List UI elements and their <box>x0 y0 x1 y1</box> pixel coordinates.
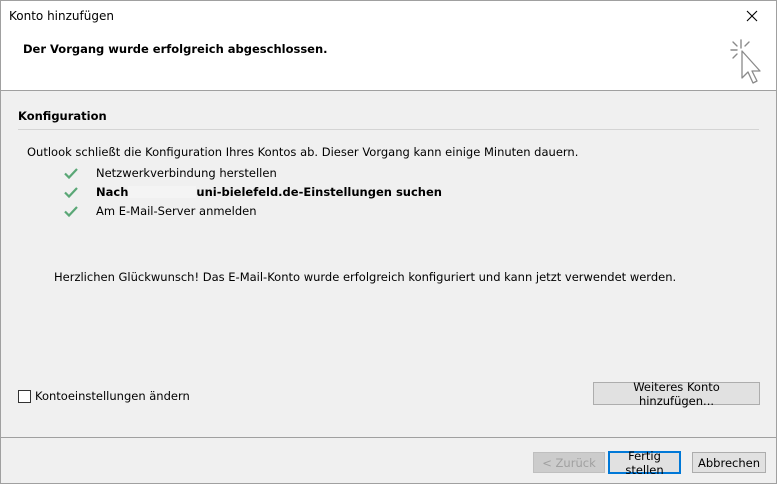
step-label: Am E-Mail-Server anmelden <box>96 204 257 218</box>
window-title: Konto hinzufügen <box>9 9 114 23</box>
checkbox-box[interactable] <box>18 389 31 403</box>
header-panel: Der Vorgang wurde erfolgreich abgeschlos… <box>1 31 776 91</box>
change-account-settings-checkbox[interactable]: Kontoeinstellungen ändern <box>18 389 190 403</box>
add-another-account-button[interactable]: Weiteres Konto hinzufügen... <box>593 380 760 408</box>
checkmark-icon <box>64 168 78 180</box>
step-network-connection: Netzwerkverbindung herstellen <box>63 165 277 181</box>
section-divider <box>18 129 759 130</box>
step-label-prefix: Nach <box>96 185 129 199</box>
config-intro-text: Outlook schließt die Konfiguration Ihres… <box>27 145 579 159</box>
click-cursor-icon <box>730 39 761 84</box>
close-button[interactable] <box>730 1 774 31</box>
step-server-login: Am E-Mail-Server anmelden <box>63 203 257 219</box>
step-label: Netzwerkverbindung herstellen <box>96 166 277 180</box>
congratulations-text: Herzlichen Glückwunsch! Das E-Mail-Konto… <box>54 270 677 284</box>
step-label-suffix: uni-bielefeld.de-Einstellungen suchen <box>196 185 442 199</box>
checkmark-icon <box>64 187 78 199</box>
footer-divider <box>1 437 776 438</box>
success-message: Der Vorgang wurde erfolgreich abgeschlos… <box>23 42 328 56</box>
checkbox-label: Kontoeinstellungen ändern <box>35 389 190 403</box>
cancel-button[interactable]: Abbrechen <box>692 452 766 473</box>
title-bar: Konto hinzufügen <box>1 1 776 31</box>
step-search-settings: Nach uni-bielefeld.de-Einstellungen such… <box>63 184 442 200</box>
redacted-email <box>128 186 197 198</box>
add-account-dialog: Konto hinzufügen Der Vorgang wurde erfol… <box>0 0 777 484</box>
close-icon <box>746 10 758 22</box>
section-title-configuration: Konfiguration <box>18 109 107 123</box>
checkmark-icon <box>64 206 78 218</box>
back-button[interactable]: < Zurück <box>533 452 605 473</box>
finish-button[interactable]: Fertig stellen <box>608 449 681 477</box>
